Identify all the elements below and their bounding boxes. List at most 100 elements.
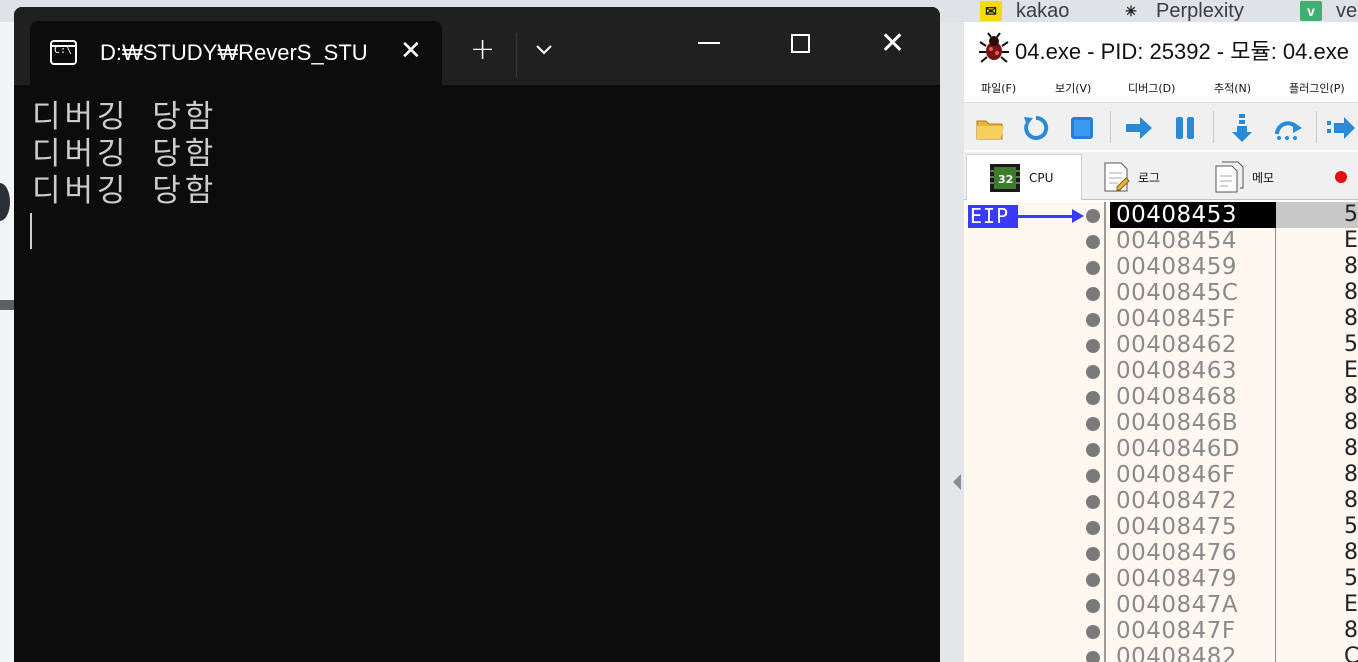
breakpoint-dot-icon[interactable]: [1086, 365, 1100, 379]
view-tabs: 32 CPU 로그 메모: [964, 152, 1358, 200]
menu-view[interactable]: 보기(V): [1055, 80, 1091, 96]
menu-plugins[interactable]: 플러그인(P): [1289, 80, 1345, 96]
terminal-window: D:₩STUDY₩ReverS_STU ✕ + ✕ 디버깅 당함 디버깅 당함 …: [14, 7, 940, 662]
breakpoint-dot-icon[interactable]: [1086, 443, 1100, 457]
disassembly-row[interactable]: 00408468 8: [964, 384, 1358, 410]
run-icon[interactable]: [1124, 113, 1154, 143]
instruction-bytes-text: 5: [1344, 566, 1358, 591]
instruction-bytes: 8: [1276, 436, 1358, 462]
mail-icon: ✉: [980, 1, 1002, 21]
breakpoint-dot-icon[interactable]: [1086, 599, 1100, 613]
debugger-titlebar[interactable]: 04.exe - PID: 25392 - 모듈: 04.exe: [964, 22, 1358, 72]
disassembly-pane[interactable]: 00408453 5 00408454 E 00408459 8 0040845C 8 0040…: [964, 202, 1358, 662]
disassembly-row[interactable]: 0040845F 8: [964, 306, 1358, 332]
instruction-bytes: E: [1276, 228, 1358, 254]
background-tab-label: kakao: [1016, 0, 1070, 22]
disassembly-row[interactable]: 0040846F 8: [964, 462, 1358, 488]
close-window-button[interactable]: ✕: [880, 27, 905, 61]
instruction-bytes-text: 8: [1344, 540, 1358, 565]
instruction-bytes: 8: [1276, 618, 1358, 644]
instruction-address: 00408463: [1116, 358, 1238, 384]
breakpoint-dot-icon[interactable]: [1086, 391, 1100, 405]
breakpoint-dot-icon[interactable]: [1086, 547, 1100, 561]
breakpoint-dot-icon[interactable]: [1086, 573, 1100, 587]
chevron-down-icon[interactable]: [534, 39, 554, 59]
disassembly-row[interactable]: 00408479 5: [964, 566, 1358, 592]
disassembly-row[interactable]: 00408459 8: [964, 254, 1358, 280]
disassembly-row[interactable]: 0040845C 8: [964, 280, 1358, 306]
restart-icon[interactable]: [1021, 113, 1051, 143]
toolbar-divider: [1316, 111, 1317, 143]
background-tab-perplexity[interactable]: ✳ Perplexity: [1120, 0, 1244, 22]
step-over-icon[interactable]: [1273, 113, 1303, 143]
tab-log[interactable]: 로그: [1102, 154, 1194, 200]
terminal-tab[interactable]: D:₩STUDY₩ReverS_STU ✕: [30, 21, 442, 85]
instruction-address: 0040845C: [1116, 280, 1239, 306]
breakpoint-dot-icon[interactable]: [1086, 313, 1100, 327]
disassembly-row[interactable]: 00408476 8: [964, 540, 1358, 566]
breakpoint-dot-icon[interactable]: [1086, 261, 1100, 275]
menu-trace[interactable]: 추적(N): [1214, 80, 1251, 96]
disassembly-row[interactable]: 00408472 8: [964, 488, 1358, 514]
tab-notes[interactable]: 메모: [1214, 154, 1306, 200]
breakpoint-dot-icon[interactable]: [1086, 495, 1100, 509]
instruction-bytes-text: 8: [1344, 410, 1358, 435]
stop-icon[interactable]: [1067, 113, 1097, 143]
instruction-address: 00408475: [1116, 514, 1238, 540]
instruction-bytes: 8: [1276, 280, 1358, 306]
instruction-address: 00408479: [1116, 566, 1238, 592]
disassembly-row[interactable]: 00408475 5: [964, 514, 1358, 540]
disassembly-row[interactable]: 00408454 E: [964, 228, 1358, 254]
breakpoint-dot-icon[interactable]: [1086, 417, 1100, 431]
menu-file[interactable]: 파일(F): [981, 80, 1016, 96]
disassembly-row[interactable]: 00408462 5: [964, 332, 1358, 358]
run-to-return-icon[interactable]: [1326, 113, 1356, 143]
new-tab-button[interactable]: +: [470, 35, 495, 65]
background-tab-v[interactable]: v ve: [1300, 0, 1357, 22]
eip-arrow-icon: [1018, 209, 1084, 223]
minimize-button[interactable]: [698, 42, 720, 44]
disassembly-row[interactable]: 0040847A E: [964, 592, 1358, 618]
breakpoint-dot-icon[interactable]: [1086, 521, 1100, 535]
step-into-icon[interactable]: [1227, 113, 1257, 143]
disassembly-row[interactable]: 0040847F 8: [964, 618, 1358, 644]
disassembly-row[interactable]: 0040846D 8: [964, 436, 1358, 462]
perplexity-icon: ✳: [1125, 2, 1137, 19]
instruction-address: 0040846B: [1116, 410, 1239, 436]
log-icon: [1102, 161, 1130, 193]
breakpoint-dot-icon[interactable]: [1086, 339, 1100, 353]
instruction-address: 0040845F: [1116, 306, 1236, 332]
breakpoint-dot-icon[interactable]: [1086, 625, 1100, 639]
instruction-bytes-text: 5: [1344, 202, 1358, 227]
breakpoint-dot-icon[interactable]: [1086, 469, 1100, 483]
maximize-button[interactable]: [791, 34, 810, 53]
instruction-bytes: C: [1276, 644, 1358, 662]
open-folder-icon[interactable]: [975, 113, 1005, 143]
breakpoint-dot-icon[interactable]: [1086, 287, 1100, 301]
instruction-bytes: 5: [1276, 332, 1358, 358]
tab-close-icon[interactable]: ✕: [400, 36, 422, 66]
tab-cpu[interactable]: 32 CPU: [966, 154, 1082, 200]
debugger-window: 04.exe - PID: 25392 - 모듈: 04.exe 파일(F) 보…: [964, 22, 1358, 662]
menu-debug[interactable]: 디버그(D): [1128, 80, 1175, 96]
breakpoint-dot-icon[interactable]: [1086, 235, 1100, 249]
window-gap: [940, 22, 964, 662]
breakpoint-dot-icon[interactable]: [1086, 209, 1100, 223]
tab-breakpoints[interactable]: [1334, 154, 1358, 200]
instruction-bytes: 8: [1276, 306, 1358, 332]
instruction-bytes-text: 8: [1344, 618, 1358, 643]
instruction-bytes: 8: [1276, 462, 1358, 488]
disassembly-row[interactable]: 00408482 C: [964, 644, 1358, 662]
bug-icon: [978, 32, 1010, 64]
instruction-address: 00408459: [1116, 254, 1238, 280]
disassembly-row[interactable]: 00408463 E: [964, 358, 1358, 384]
disassembly-row[interactable]: 0040846B 8: [964, 410, 1358, 436]
background-tab-kakao[interactable]: ✉ kakao: [980, 0, 1069, 22]
terminal-output[interactable]: 디버깅 당함 디버깅 당함 디버깅 당함: [32, 99, 217, 210]
menu-bar: 파일(F) 보기(V) 디버그(D) 추적(N) 플러그인(P): [964, 76, 1358, 100]
pause-icon[interactable]: [1170, 113, 1200, 143]
breakpoint-dot-icon[interactable]: [1086, 651, 1100, 662]
instruction-address: 00408453: [1110, 202, 1276, 228]
collapse-arrow-icon[interactable]: [953, 474, 961, 490]
text-cursor: [30, 213, 32, 249]
